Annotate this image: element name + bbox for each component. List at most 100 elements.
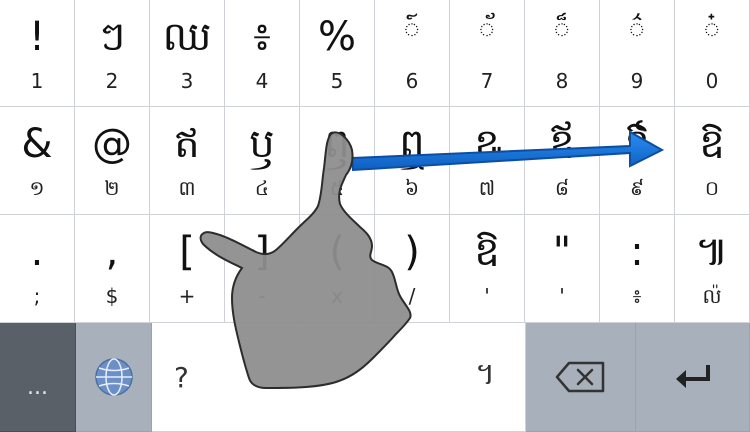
key-primary-char: ឪ	[549, 121, 575, 167]
backspace-icon	[555, 361, 604, 393]
more-symbols-key[interactable]: ...	[0, 323, 76, 432]
space-left-char: ?	[174, 360, 189, 394]
key-secondary-char: $	[105, 284, 119, 308]
globe-icon	[94, 358, 133, 396]
key-secondary-char: 1	[30, 69, 44, 93]
key-rparen[interactable]: ) /	[375, 215, 450, 323]
key-secondary-char: +	[178, 284, 196, 308]
key-primary-char: %	[317, 14, 356, 60]
key-secondary-char: 4	[255, 69, 269, 93]
key-primary-char: ឱ	[699, 121, 725, 167]
space-right-char: ។	[475, 357, 495, 392]
key-khmer-e6[interactable]: ឩ៧	[450, 107, 525, 215]
key-khmer-0[interactable]: ៎ 0	[675, 0, 750, 107]
key-secondary-char: ១	[29, 176, 45, 200]
key-secondary-char: 6	[405, 69, 419, 93]
key-primary-char: ឮ	[399, 121, 425, 167]
key-khmer-e5[interactable]: ឮ៦	[375, 107, 450, 215]
enter-icon	[675, 365, 710, 388]
more-key-label: ...	[27, 374, 48, 400]
key-primary-char: ៗ	[98, 14, 126, 60]
backspace-icon-wrap	[526, 323, 635, 431]
key-lparen[interactable]: (x	[300, 215, 375, 323]
key-secondary-char: 7	[480, 69, 494, 93]
space-bar[interactable]: ? ។	[152, 323, 526, 432]
key-primary-char: )	[404, 229, 420, 275]
key-exclaim[interactable]: ! 1	[0, 0, 75, 107]
key-primary-char: ឳ	[624, 121, 650, 167]
key-secondary-char: 0	[705, 69, 719, 93]
key-secondary-char: 9	[630, 69, 644, 93]
key-khmer-koml[interactable]: ៕ល៉	[675, 215, 750, 323]
key-primary-char: ឥ	[174, 121, 200, 167]
enter-key[interactable]	[636, 323, 750, 432]
key-secondary-char: ៣	[178, 176, 196, 200]
enter-icon-wrap	[636, 323, 749, 431]
key-primary-char: .	[30, 229, 44, 275]
key-primary-char: ៌	[628, 14, 646, 47]
key-secondary-char: ៧	[478, 176, 496, 200]
key-khmer-3[interactable]: ឈ3	[150, 0, 225, 107]
key-khmer-e8[interactable]: ឳ៩	[600, 107, 675, 215]
key-ampersand[interactable]: & ១	[0, 107, 75, 215]
key-khmer-6[interactable]: ៍ 6	[375, 0, 450, 107]
key-khmer-eu[interactable]: ឱ '	[450, 215, 525, 323]
key-primary-char: ]	[254, 229, 270, 275]
key-secondary-char: ០	[704, 176, 720, 200]
key-khmer-e9[interactable]: ឱ០	[675, 107, 750, 215]
keyboard: ! 1 ៗ 2 ឈ 3 ៖ 4% 5៍ 6័ 7៏ 8៌ 9៎ 0 & ១ @២ឥ៣ឫ៤ឭ៥ឮ៦ឩ៧ឪ៨ឳ៩ឱ០…	[0, 0, 750, 432]
key-primary-char: ,	[105, 229, 119, 275]
key-primary-char: "	[552, 229, 572, 275]
key-primary-char: :	[630, 229, 644, 275]
key-quote[interactable]: " '	[525, 215, 600, 323]
key-khmer-e3[interactable]: ឫ៤	[225, 107, 300, 215]
key-period[interactable]: .;	[0, 215, 75, 323]
key-primary-char: (	[329, 229, 345, 275]
key-secondary-char: '	[484, 284, 490, 308]
globe-icon-wrap	[76, 323, 151, 431]
key-khmer-8[interactable]: ៏ 8	[525, 0, 600, 107]
key-comma[interactable]: , $	[75, 215, 150, 323]
key-secondary-char: ៖	[632, 284, 642, 308]
key-secondary-char: '	[559, 284, 565, 308]
key-secondary-char: -	[258, 284, 266, 308]
key-secondary-char: ៤	[254, 176, 270, 200]
key-secondary-char: 8	[555, 69, 569, 93]
key-at[interactable]: @២	[75, 107, 150, 215]
key-primary-char: &	[21, 121, 53, 167]
key-secondary-char: ៨	[554, 176, 570, 200]
key-khmer-e7[interactable]: ឪ៨	[525, 107, 600, 215]
key-primary-char: ឫ	[249, 121, 275, 167]
key-primary-char: ៕	[695, 229, 729, 275]
key-lbracket[interactable]: [+	[150, 215, 225, 323]
key-khmer-4[interactable]: ៖ 4	[225, 0, 300, 107]
key-secondary-char: 5	[330, 69, 344, 93]
key-secondary-char: 2	[105, 69, 119, 93]
key-percent[interactable]: % 5	[300, 0, 375, 107]
key-colon[interactable]: : ៖	[600, 215, 675, 323]
key-primary-char: [	[179, 229, 195, 275]
key-primary-char: ឭ	[324, 121, 350, 167]
key-secondary-char: /	[408, 284, 416, 308]
key-primary-char: ឈ	[162, 14, 212, 60]
key-primary-char: ៏	[553, 14, 571, 47]
key-secondary-char: ល៉	[702, 284, 722, 308]
key-secondary-char: x	[331, 284, 343, 308]
key-khmer-e4[interactable]: ឭ៥	[300, 107, 375, 215]
key-secondary-char: ២	[104, 176, 120, 200]
key-primary-char: ឩ	[474, 121, 500, 167]
key-secondary-char: ៥	[329, 176, 345, 200]
key-khmer-7[interactable]: ័ 7	[450, 0, 525, 107]
key-khmer-9[interactable]: ៌ 9	[600, 0, 675, 107]
language-switch-key[interactable]	[76, 323, 152, 432]
key-secondary-char: ;	[33, 284, 41, 308]
key-secondary-char: ៦	[404, 176, 420, 200]
key-primary-char: !	[28, 14, 46, 60]
key-primary-char: ៍	[403, 14, 421, 47]
key-primary-char: ឱ	[474, 229, 500, 275]
key-primary-char: ័	[478, 14, 496, 47]
key-khmer-e2[interactable]: ឥ៣	[150, 107, 225, 215]
key-rbracket[interactable]: ] -	[225, 215, 300, 323]
key-khmer-2[interactable]: ៗ2	[75, 0, 150, 107]
backspace-key[interactable]	[526, 323, 636, 432]
